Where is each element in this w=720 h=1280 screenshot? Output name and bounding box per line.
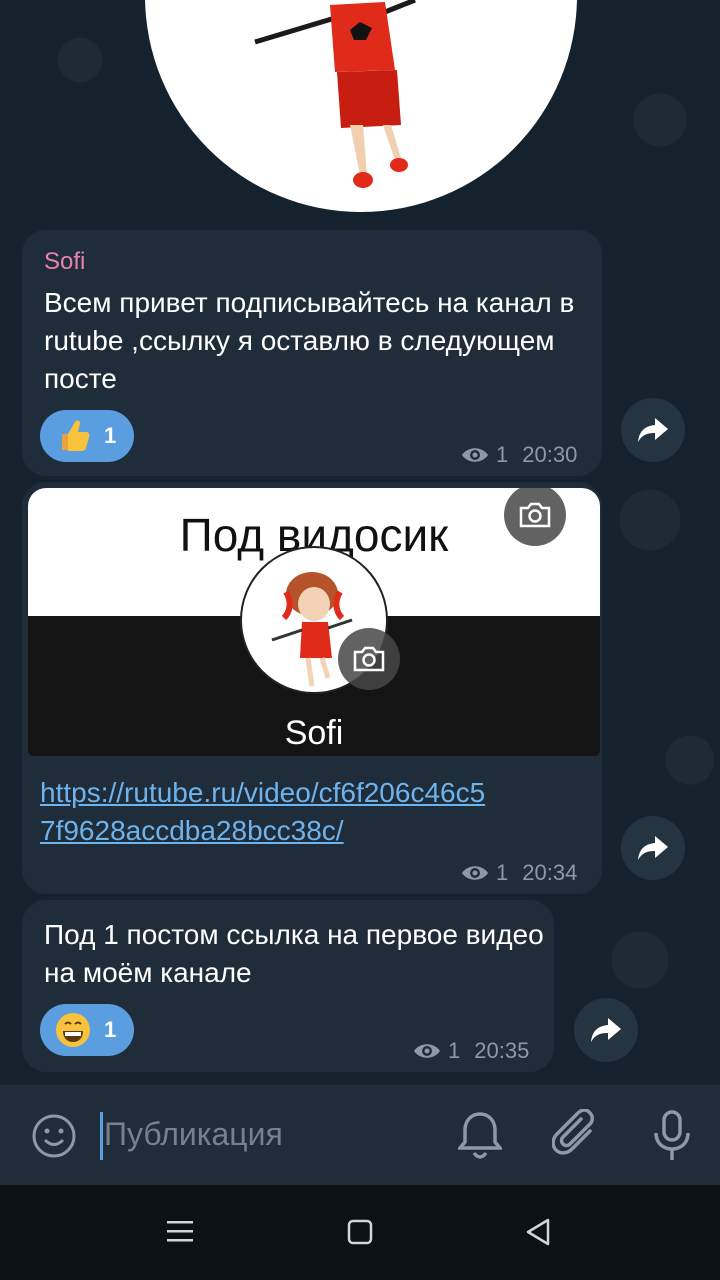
message-bubble-2[interactable]: Под видосик Sofi https://rutube.ru/video… bbox=[22, 482, 602, 894]
message-time: 20:34 bbox=[522, 860, 578, 885]
preview-name: Sofi bbox=[284, 714, 344, 752]
views-count: 1 bbox=[496, 442, 509, 467]
camera-icon bbox=[338, 628, 400, 690]
share-arrow-icon bbox=[638, 836, 668, 860]
forward-button-3[interactable] bbox=[574, 998, 638, 1062]
link-preview-image[interactable]: Под видосик Sofi bbox=[28, 488, 600, 756]
message-bubble-3[interactable]: Под 1 постом ссылка на первое видео на м… bbox=[22, 900, 554, 1072]
grinning-face-icon bbox=[56, 1013, 90, 1047]
reaction-thumbs-up[interactable]: 1 bbox=[40, 410, 134, 462]
rutube-link[interactable]: https://rutube.ru/video/cf6f206c46c57f96… bbox=[40, 774, 500, 850]
forward-button-2[interactable] bbox=[621, 816, 685, 880]
views-icon bbox=[462, 866, 488, 880]
message-meta: 1 20:34 bbox=[460, 860, 577, 886]
text-cursor bbox=[100, 1112, 103, 1160]
message-time: 20:30 bbox=[522, 442, 578, 467]
message-input-bar: Публикация bbox=[0, 1085, 720, 1185]
message-input[interactable]: Публикация bbox=[104, 1116, 283, 1153]
reaction-grinning[interactable]: 1 bbox=[40, 1004, 134, 1056]
microphone-icon[interactable] bbox=[650, 1109, 694, 1163]
reaction-count: 1 bbox=[104, 423, 117, 448]
menu-icon[interactable] bbox=[166, 1219, 194, 1243]
message-time: 20:35 bbox=[474, 1038, 530, 1063]
message-bubble-1[interactable]: Sofi Всем привет подписывайтесь на канал… bbox=[22, 230, 602, 476]
sender-name[interactable]: Sofi bbox=[44, 248, 85, 276]
emoji-icon[interactable] bbox=[30, 1112, 78, 1160]
bell-icon[interactable] bbox=[458, 1110, 502, 1162]
message-meta: 1 20:35 bbox=[412, 1038, 529, 1064]
back-icon[interactable] bbox=[524, 1217, 552, 1247]
views-count: 1 bbox=[448, 1038, 461, 1063]
share-arrow-icon bbox=[591, 1018, 621, 1042]
views-count: 1 bbox=[496, 860, 509, 885]
home-icon[interactable] bbox=[347, 1219, 373, 1245]
views-icon bbox=[462, 448, 488, 462]
share-arrow-icon bbox=[638, 418, 668, 442]
thumbs-up-icon bbox=[62, 420, 90, 451]
views-icon bbox=[414, 1044, 440, 1058]
forward-button-1[interactable] bbox=[621, 398, 685, 462]
message-text: Всем привет подписывайтесь на канал в ru… bbox=[44, 287, 575, 394]
attach-icon[interactable] bbox=[552, 1109, 600, 1163]
system-navigation-bar bbox=[0, 1185, 720, 1280]
message-text: Под 1 постом ссылка на первое видео на м… bbox=[44, 919, 544, 988]
message-meta: 1 20:30 bbox=[460, 442, 577, 468]
reaction-count: 1 bbox=[104, 1017, 117, 1042]
